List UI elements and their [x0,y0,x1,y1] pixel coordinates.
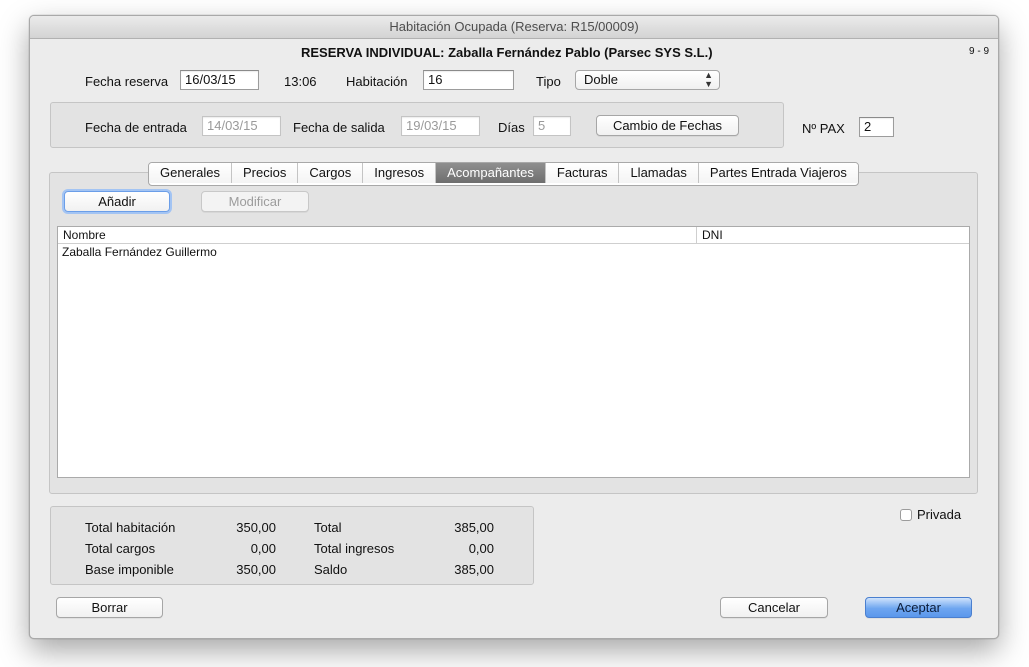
reservation-window: Habitación Ocupada (Reserva: R15/00009) … [29,15,999,639]
total-ingresos-value: 0,00 [468,541,494,556]
tab-partes-entrada-viajeros[interactable]: Partes Entrada Viajeros [698,163,858,183]
privada-checkbox[interactable] [900,509,912,521]
total-habitacion-label: Total habitación [85,520,176,535]
cambio-fechas-button[interactable]: Cambio de Fechas [596,115,739,136]
tipo-select-value: Doble [584,72,618,87]
tab-ingresos[interactable]: Ingresos [363,163,437,183]
base-imponible-label: Base imponible [85,562,174,577]
base-imponible-value: 350,00 [236,562,276,577]
borrar-button[interactable]: Borrar [56,597,163,618]
privada-label[interactable]: Privada [917,507,961,523]
total-cargos-value: 0,00 [250,541,276,556]
select-arrows-icon: ▲ ▼ [704,70,713,89]
acompanantes-table: Nombre DNI Zaballa Fernández Guillermo [57,226,970,478]
tipo-select[interactable]: Doble ▲ ▼ [575,70,720,90]
fecha-salida-label: Fecha de salida [293,120,385,135]
tab-generales[interactable]: Generales [149,163,232,183]
aceptar-button[interactable]: Aceptar [865,597,972,618]
total-habitacion-value: 350,00 [236,520,276,535]
column-header-nombre[interactable]: Nombre [58,227,696,243]
habitacion-field[interactable]: 16 [423,70,514,90]
fecha-entrada-label: Fecha de entrada [85,120,187,135]
table-row[interactable]: Zaballa Fernández Guillermo [58,244,969,261]
total-ingresos-label: Total ingresos [314,541,395,556]
pax-field[interactable]: 2 [859,117,894,137]
tab-llamadas[interactable]: Llamadas [619,163,699,183]
habitacion-label: Habitación [346,74,408,89]
total-value: 385,00 [454,520,494,535]
tab-facturas[interactable]: Facturas [545,163,620,183]
window-title: Habitación Ocupada (Reserva: R15/00009) [30,16,998,39]
dias-field[interactable]: 5 [533,116,571,136]
modificar-button[interactable]: Modificar [201,191,309,212]
tab-precios[interactable]: Precios [231,163,299,183]
saldo-value: 385,00 [454,562,494,577]
dias-label: Días [498,120,525,135]
column-header-dni[interactable]: DNI [696,227,969,243]
cancelar-button[interactable]: Cancelar [720,597,828,618]
anadir-button[interactable]: Añadir [64,191,170,212]
tab-cargos[interactable]: Cargos [298,163,364,183]
pax-label: Nº PAX [802,121,845,136]
saldo-label: Saldo [314,562,348,577]
tab-bar: Generales Precios Cargos Ingresos Acompa… [148,162,859,186]
reserva-hora: 13:06 [284,74,317,89]
table-header: Nombre DNI [58,227,969,244]
fecha-entrada-field[interactable]: 14/03/15 [202,116,281,136]
page-indicator: 9 - 9 [969,46,990,57]
total-cargos-label: Total cargos [85,541,156,556]
fecha-reserva-label: Fecha reserva [85,74,169,89]
window-heading: RESERVA INDIVIDUAL: Zaballa Fernández Pa… [301,45,713,60]
tab-acompanantes[interactable]: Acompañantes [436,163,546,183]
fecha-salida-field[interactable]: 19/03/15 [401,116,480,136]
total-label: Total [314,520,342,535]
cell-nombre: Zaballa Fernández Guillermo [62,245,217,259]
fecha-reserva-field[interactable]: 16/03/15 [180,70,259,90]
tipo-label: Tipo [536,74,561,89]
